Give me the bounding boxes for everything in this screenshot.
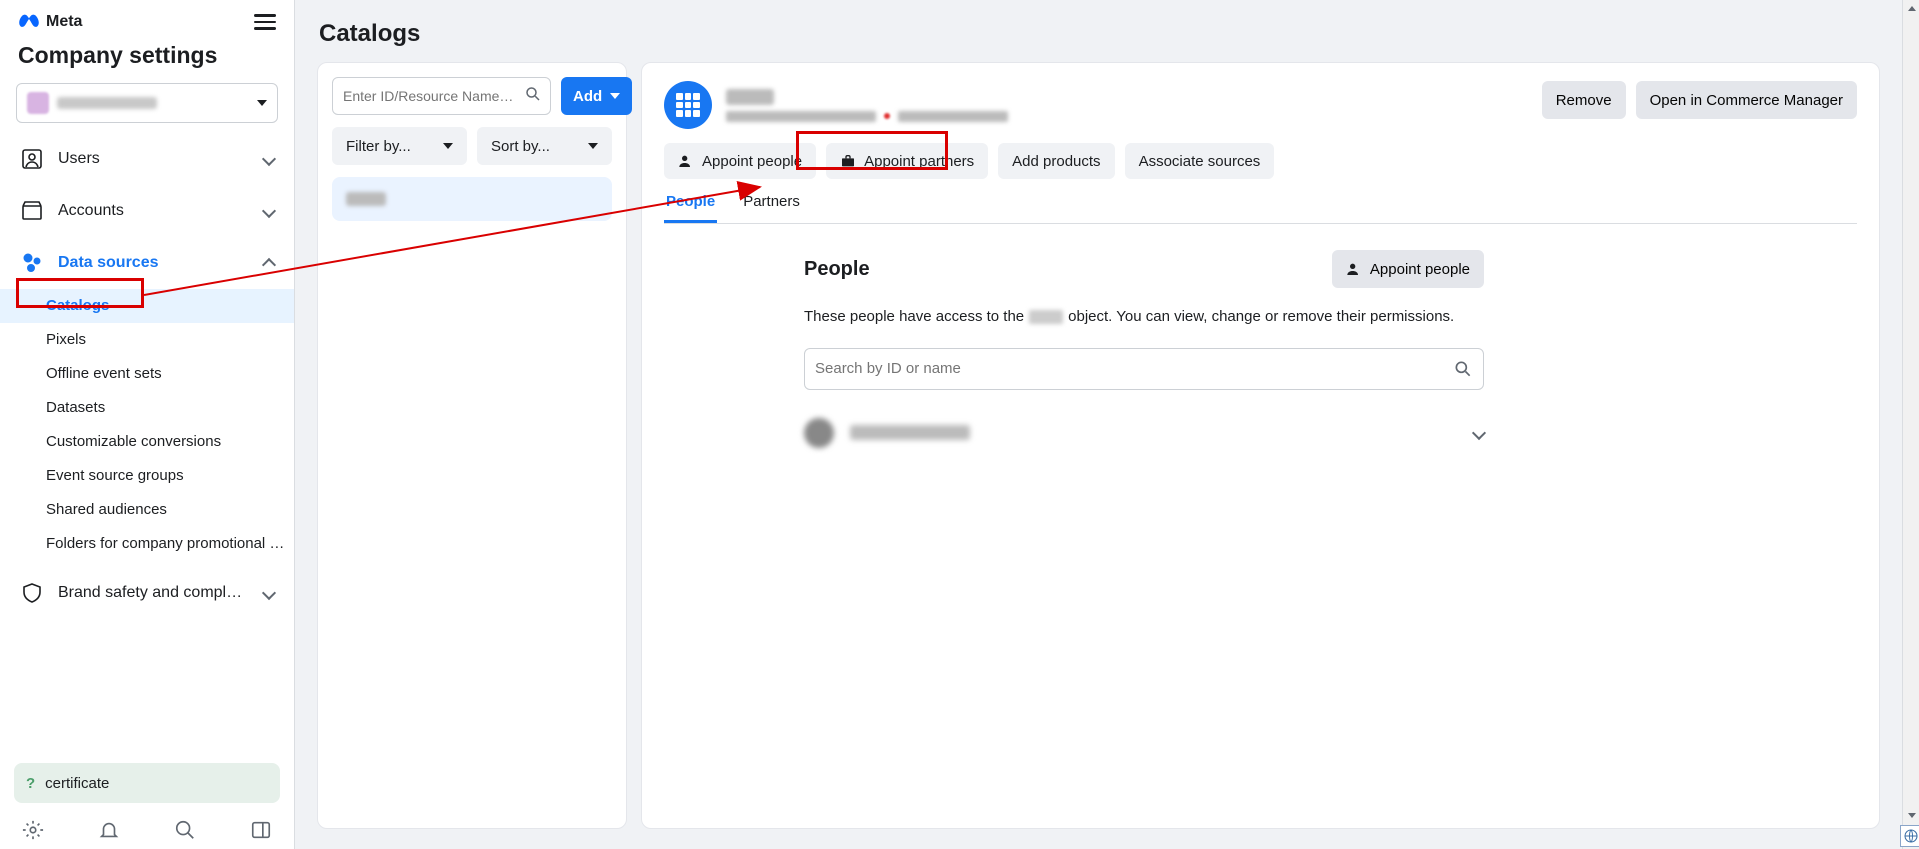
detail-tabs: People Partners xyxy=(664,193,1857,224)
search-icon xyxy=(1453,359,1473,379)
bell-icon[interactable] xyxy=(98,819,120,841)
action-label: Appoint partners xyxy=(864,153,974,170)
menu-toggle-icon[interactable] xyxy=(254,10,276,34)
briefcase-icon xyxy=(840,153,856,169)
certificate-label: certificate xyxy=(45,775,109,792)
action-label: Appoint people xyxy=(702,153,802,170)
subnav-folders[interactable]: Folders for company promotional … xyxy=(0,527,294,561)
object-name-redacted xyxy=(1029,310,1063,324)
sidebar-item-users[interactable]: Users xyxy=(0,133,294,185)
accounts-icon xyxy=(20,199,44,223)
remove-button[interactable]: Remove xyxy=(1542,81,1626,119)
certificate-banner[interactable]: ? certificate xyxy=(14,763,280,803)
catalog-header-text xyxy=(726,89,1008,122)
panel-toggle-icon[interactable] xyxy=(250,819,272,841)
appoint-people-button[interactable]: Appoint people xyxy=(664,143,816,179)
resource-search-input[interactable] xyxy=(343,88,524,104)
users-icon xyxy=(20,147,44,171)
search-icon xyxy=(524,85,542,107)
brand-name: Meta xyxy=(46,13,82,31)
sidebar-item-data-sources[interactable]: Data sources xyxy=(0,237,294,289)
chevron-down-icon xyxy=(1472,426,1486,440)
subnav-custom-conversions[interactable]: Customizable conversions xyxy=(0,425,294,459)
sort-dropdown[interactable]: Sort by... xyxy=(477,127,612,165)
tab-people[interactable]: People xyxy=(664,193,717,223)
chevron-down-icon xyxy=(262,585,276,599)
resource-search[interactable] xyxy=(332,77,551,115)
sidebar-label: Brand safety and compl… xyxy=(58,584,242,602)
gear-icon[interactable] xyxy=(22,819,44,841)
subnav-catalogs[interactable]: Catalogs xyxy=(0,289,294,323)
chevron-down-icon xyxy=(262,203,276,217)
action-label: Appoint people xyxy=(1370,261,1470,278)
action-label: Add products xyxy=(1012,153,1100,170)
chevron-down-icon xyxy=(588,143,598,149)
sidebar-item-brand-safety[interactable]: Brand safety and compl… xyxy=(0,567,294,619)
action-label: Associate sources xyxy=(1139,153,1261,170)
person-avatar-redacted xyxy=(804,418,834,448)
sidebar: Meta Company settings Users Accounts Dat… xyxy=(0,0,295,849)
sort-label: Sort by... xyxy=(491,138,550,155)
catalog-icon xyxy=(664,81,712,129)
sidebar-label: Data sources xyxy=(58,254,159,272)
associate-sources-button[interactable]: Associate sources xyxy=(1125,143,1275,179)
person-row[interactable] xyxy=(804,418,1484,448)
account-name-redacted xyxy=(57,97,157,109)
subnav-offline-event-sets[interactable]: Offline event sets xyxy=(0,357,294,391)
account-avatar xyxy=(27,92,49,114)
people-section: People Appoint people These people have … xyxy=(664,224,1484,448)
sidebar-label: Users xyxy=(58,150,100,168)
people-description: These people have access to the object. … xyxy=(804,306,1484,328)
chevron-down-icon xyxy=(257,100,267,106)
chevron-down-icon xyxy=(443,143,453,149)
people-search[interactable] xyxy=(804,348,1484,390)
person-add-icon xyxy=(678,153,694,169)
data-sources-subnav: Catalogs Pixels Offline event sets Datas… xyxy=(0,289,294,567)
catalog-name-redacted xyxy=(346,192,386,206)
main-heading: Catalogs xyxy=(317,20,1880,48)
chevron-down-icon xyxy=(610,93,620,99)
subnav-shared-audiences[interactable]: Shared audiences xyxy=(0,493,294,527)
subnav-event-source-groups[interactable]: Event source groups xyxy=(0,459,294,493)
people-heading: People xyxy=(804,258,870,281)
catalog-list-panel: Add Filter by... Sort by... xyxy=(317,62,627,829)
account-selector[interactable] xyxy=(16,83,278,123)
sidebar-label: Accounts xyxy=(58,202,124,220)
add-products-button[interactable]: Add products xyxy=(998,143,1114,179)
shield-icon xyxy=(20,581,44,605)
sidebar-bottom-row xyxy=(0,809,294,843)
catalog-detail-panel: Remove Open in Commerce Manager Appoint … xyxy=(641,62,1880,829)
filter-label: Filter by... xyxy=(346,138,411,155)
appoint-partners-button[interactable]: Appoint partners xyxy=(826,143,988,179)
catalog-list-item[interactable] xyxy=(332,177,612,221)
filter-dropdown[interactable]: Filter by... xyxy=(332,127,467,165)
subnav-datasets[interactable]: Datasets xyxy=(0,391,294,425)
meta-logo[interactable]: Meta xyxy=(18,11,82,33)
question-icon: ? xyxy=(26,775,35,792)
chevron-up-icon xyxy=(262,257,276,271)
scrollbar[interactable] xyxy=(1902,0,1919,849)
subnav-pixels[interactable]: Pixels xyxy=(0,323,294,357)
appoint-people-button-secondary[interactable]: Appoint people xyxy=(1332,250,1484,288)
person-name-redacted xyxy=(850,425,970,440)
catalog-name-redacted xyxy=(726,89,774,105)
open-commerce-button[interactable]: Open in Commerce Manager xyxy=(1636,81,1857,119)
search-icon[interactable] xyxy=(174,819,196,841)
chevron-down-icon xyxy=(262,151,276,165)
tab-partners[interactable]: Partners xyxy=(741,193,802,223)
globe-icon[interactable] xyxy=(1900,825,1919,847)
scroll-down-icon[interactable] xyxy=(1903,807,1919,824)
sidebar-item-accounts[interactable]: Accounts xyxy=(0,185,294,237)
scroll-up-icon[interactable] xyxy=(1903,0,1919,17)
add-button[interactable]: Add xyxy=(561,77,632,115)
main-area: Catalogs Add Filter by... So xyxy=(295,0,1902,849)
add-label: Add xyxy=(573,88,602,105)
page-title: Company settings xyxy=(0,38,294,79)
data-sources-icon xyxy=(20,251,44,275)
people-search-input[interactable] xyxy=(815,360,1453,377)
person-add-icon xyxy=(1346,261,1362,277)
